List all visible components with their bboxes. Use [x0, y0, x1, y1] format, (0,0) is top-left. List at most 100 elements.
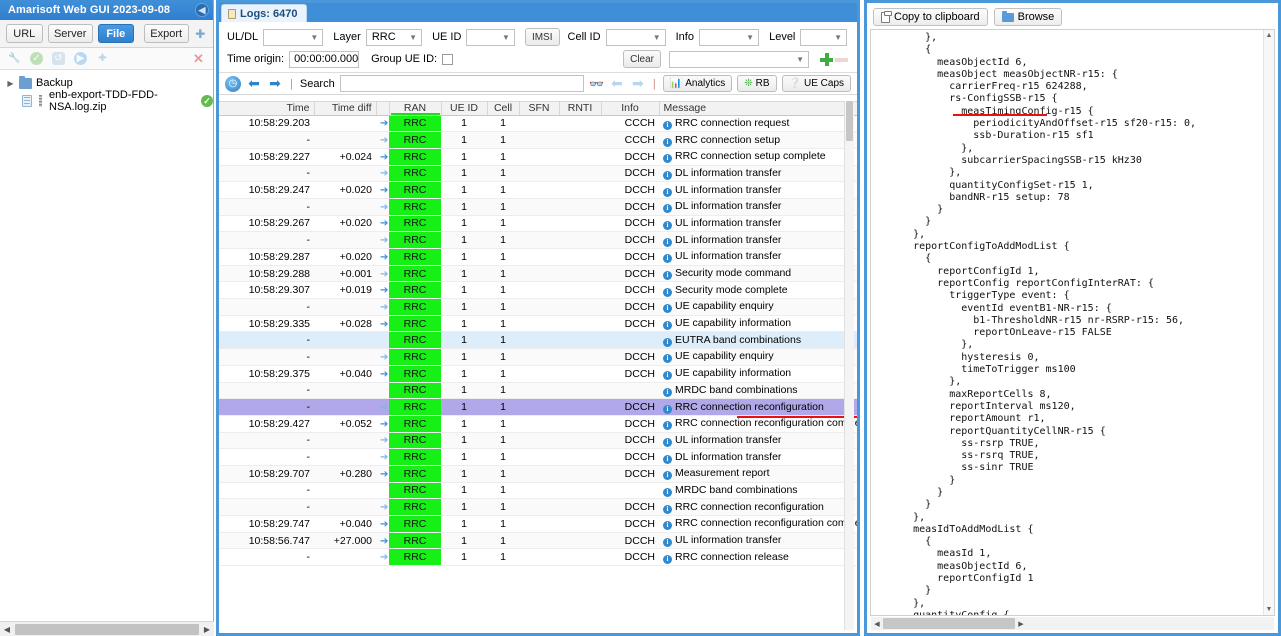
scroll-thumb[interactable] [846, 101, 853, 141]
tab-logs[interactable]: Logs: 6470 [221, 4, 308, 22]
tree-item-logfile[interactable]: enb-export-TDD-FDD-NSA.log.zip ✓ [0, 89, 213, 113]
cell-ran: RRC [389, 198, 441, 216]
left-panel-hscrollbar[interactable]: ◀ ▶ [0, 621, 214, 636]
level-select[interactable]: ▼ [800, 28, 847, 46]
column-header-message[interactable]: Message [659, 102, 857, 116]
table-row[interactable]: 10:58:29.375 +0.040 ➔ RRC 1 1 DCCH i UE capabili… [219, 365, 857, 383]
url-button[interactable]: URL [6, 24, 43, 43]
cell-info: DCCH [601, 165, 659, 183]
clock-icon[interactable]: ◷ [225, 75, 241, 92]
find-next-icon[interactable]: ➡ [630, 75, 646, 91]
table-row[interactable]: - ➔ RRC 1 1 DCCH i UE capability enquiry [219, 348, 857, 366]
scroll-thumb[interactable] [883, 618, 1015, 629]
table-row[interactable]: 10:58:29.307 +0.019 ➔ RRC 1 1 DCCH i Security mo… [219, 281, 857, 300]
search-input[interactable] [339, 75, 584, 92]
analytics-button[interactable]: 📊 Analytics [662, 75, 733, 92]
table-row[interactable]: 10:58:29.247 +0.020 ➔ RRC 1 1 DCCH i UL informat… [219, 181, 857, 199]
cellid-select[interactable]: ▼ [605, 28, 666, 46]
imsi-button[interactable]: IMSI [524, 28, 560, 46]
wrench-icon[interactable]: 🔧 [8, 52, 21, 65]
scroll-right-icon[interactable]: ▶ [200, 623, 214, 636]
log-table-vscrollbar[interactable] [844, 101, 854, 630]
chevron-right-icon[interactable]: ▶ [6, 79, 15, 88]
ue-caps-label: UE Caps [803, 78, 844, 89]
table-row[interactable]: - ➔ RRC 1 1 DCCH i DL information transfer [219, 231, 857, 249]
browse-button[interactable]: Browse [993, 8, 1063, 26]
asn1-text-area[interactable]: }, { measObjectId 6, measObject measObje… [870, 29, 1275, 616]
close-icon[interactable]: ✕ [192, 52, 205, 65]
table-row[interactable]: - ➔ RRC 1 1 DCCH i RRC connection reconfigurati… [219, 398, 857, 416]
column-header-timediff[interactable]: Time diff [314, 102, 377, 116]
scroll-right-icon[interactable]: ▶ [1015, 618, 1027, 629]
table-row[interactable]: 10:58:29.707 +0.280 ➔ RRC 1 1 DCCH i Measurement… [219, 465, 857, 483]
plug-icon-small[interactable]: ✚ [96, 52, 109, 65]
scroll-up-icon[interactable]: ▲ [1264, 30, 1274, 41]
table-row[interactable]: 10:58:29.747 +0.040 ➔ RRC 1 1 DCCH i RRC connect… [219, 515, 857, 533]
table-row[interactable]: - ➔ RRC 1 1 CCCH i RRC connection setup [219, 131, 857, 149]
play-circle-icon[interactable]: ▶ [74, 52, 87, 65]
table-row[interactable]: 10:58:29.288 +0.001 ➔ RRC 1 1 DCCH i Security mo… [219, 265, 857, 283]
column-header-info[interactable]: Info [601, 102, 660, 116]
cell-time-diff: +0.001 [314, 265, 376, 283]
server-button[interactable]: Server [47, 24, 93, 43]
table-row[interactable]: 10:58:29.427 +0.052 ➔ RRC 1 1 DCCH i RRC connect… [219, 415, 857, 433]
cell-ran: RRC [389, 265, 441, 283]
table-row[interactable]: - ➔ RRC 1 1 DCCH i DL information transfer [219, 448, 857, 466]
file-button[interactable]: File [97, 24, 134, 43]
rb-button[interactable]: ❊ RB [737, 75, 777, 92]
export-button[interactable]: Export [143, 24, 189, 43]
nav-next-icon[interactable]: ➡ [267, 75, 283, 91]
table-row[interactable]: 10:58:29.287 +0.020 ➔ RRC 1 1 DCCH i UL informat… [219, 248, 857, 266]
table-row[interactable]: 10:58:29.203 ➔ RRC 1 1 CCCH i RRC connection re… [219, 115, 857, 133]
uldl-select[interactable]: ▼ [263, 28, 324, 46]
table-row[interactable]: - ➔ RRC 1 1 DCCH i RRC connection release [219, 548, 857, 567]
table-row[interactable]: - RRC 1 1 i MRDC band combinations [219, 382, 857, 400]
minus-icon[interactable] [834, 52, 849, 67]
binoculars-icon[interactable]: 👓 [589, 77, 604, 91]
find-prev-icon[interactable]: ⬅ [609, 75, 625, 91]
column-header-sfn[interactable]: SFN [519, 102, 560, 116]
chevron-left-icon[interactable]: ◀ [195, 3, 209, 17]
table-row[interactable]: 10:58:29.267 +0.020 ➔ RRC 1 1 DCCH i UL informat… [219, 215, 857, 233]
cell-ue-id: 1 [441, 131, 487, 149]
nav-prev-icon[interactable]: ⬅ [246, 75, 262, 91]
plus-icon[interactable] [819, 52, 834, 67]
scroll-left-icon[interactable]: ◀ [871, 618, 883, 629]
cell-direction: ➔ [376, 198, 389, 216]
column-header-time[interactable]: Time [219, 102, 315, 116]
table-row[interactable]: - ➔ RRC 1 1 DCCH i DL information transfer [219, 165, 857, 183]
table-row[interactable]: - ➔ RRC 1 1 DCCH i RRC connection reconfigurati… [219, 498, 857, 516]
table-row[interactable]: 10:58:29.335 +0.028 ➔ RRC 1 1 DCCH i UE capabili… [219, 315, 857, 333]
table-row[interactable]: - ➔ RRC 1 1 DCCH i DL information transfer [219, 198, 857, 216]
clear-button[interactable]: Clear [623, 50, 661, 68]
ue-caps-button[interactable]: ❔ UE Caps [781, 75, 851, 92]
time-origin-input[interactable]: 00:00:00.000 [289, 50, 360, 68]
table-row[interactable]: - RRC 1 1 i MRDC band combinations [219, 482, 857, 500]
ueid-select[interactable]: ▼ [466, 28, 515, 46]
column-header-rnti[interactable]: RNTI [559, 102, 602, 116]
cell-time: - [219, 298, 314, 316]
table-row[interactable]: 10:58:56.747 +27.000 ➔ RRC 1 1 DCCH i UL informa… [219, 532, 857, 550]
column-header-cell[interactable]: Cell [487, 102, 520, 116]
table-row[interactable]: - ➔ RRC 1 1 DCCH i UE capability enquiry [219, 298, 857, 316]
copy-to-clipboard-button[interactable]: Copy to clipboard [873, 8, 988, 26]
column-header-ueid[interactable]: UE ID [441, 102, 488, 116]
undo-icon[interactable]: ↺ [52, 52, 65, 65]
group-ueid-checkbox[interactable] [442, 53, 454, 65]
preset-select[interactable]: ▼ [669, 50, 809, 68]
help-icon: ❔ [788, 78, 801, 89]
layer-select[interactable]: RRC ▼ [365, 28, 423, 46]
cell-direction [376, 331, 389, 350]
detail-hscrollbar[interactable]: ◀ ▶ [871, 617, 1274, 630]
plug-icon[interactable]: ✚ [194, 26, 207, 42]
column-header-ran[interactable]: RAN [389, 102, 442, 116]
table-row[interactable]: - RRC 1 1 i EUTRA band combinations [219, 331, 857, 350]
info-select[interactable]: ▼ [698, 28, 760, 46]
check-circle-icon[interactable]: ✓ [30, 52, 43, 65]
scroll-down-icon[interactable]: ▼ [1264, 604, 1274, 615]
table-row[interactable]: - ➔ RRC 1 1 DCCH i UL information transfer [219, 432, 857, 450]
detail-vscrollbar[interactable]: ▲ ▼ [1263, 30, 1274, 615]
scroll-thumb[interactable] [15, 623, 199, 635]
scroll-left-icon[interactable]: ◀ [0, 623, 14, 636]
table-row[interactable]: 10:58:29.227 +0.024 ➔ RRC 1 1 DCCH i RRC connect… [219, 148, 857, 166]
